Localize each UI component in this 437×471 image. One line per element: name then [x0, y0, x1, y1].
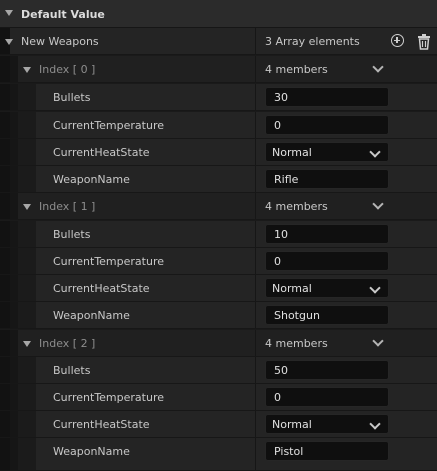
chevron-down-icon[interactable] [372, 61, 384, 73]
array-row-new-weapons: New Weapons 3 Array elements [0, 28, 437, 55]
field-row-current-heat-state: CurrentHeatState Normal [0, 411, 437, 438]
chevron-down-icon [369, 418, 381, 430]
field-row-current-temperature: CurrentTemperature 0 [0, 248, 437, 275]
expand-arrow-icon[interactable] [23, 204, 31, 210]
chevron-down-icon[interactable] [372, 335, 384, 347]
weapon-name-input[interactable]: Shotgun [265, 305, 389, 325]
field-row-current-temperature: CurrentTemperature 0 [0, 384, 437, 411]
field-label: CurrentTemperature [53, 119, 164, 132]
index-label: Index [ 1 ] [39, 200, 96, 213]
chevron-down-icon[interactable] [372, 198, 384, 210]
field-row-weapon-name: WeaponName Shotgun [0, 302, 437, 329]
field-label: Bullets [53, 228, 91, 241]
chevron-down-icon [369, 282, 381, 294]
heat-state-dropdown[interactable]: Normal [265, 278, 389, 298]
field-row-current-heat-state: CurrentHeatState Normal [0, 139, 437, 166]
trash-icon[interactable] [417, 34, 431, 50]
field-label: CurrentTemperature [53, 255, 164, 268]
bullets-input[interactable]: 30 [265, 87, 389, 107]
weapon-name-input[interactable]: Rifle [265, 169, 389, 189]
field-row-weapon-name: WeaponName Rifle [0, 166, 437, 193]
field-label: CurrentHeatState [53, 282, 150, 295]
index-label: Index [ 0 ] [39, 63, 96, 76]
temperature-input[interactable]: 0 [265, 387, 389, 407]
array-element-2[interactable]: Index [ 2 ] 4 members [0, 330, 437, 357]
dropdown-value: Normal [272, 282, 312, 295]
field-row-current-temperature: CurrentTemperature 0 [0, 112, 437, 139]
members-count: 4 members [265, 337, 328, 350]
field-row-bullets: Bullets 10 [0, 221, 437, 248]
chevron-down-icon [369, 146, 381, 158]
expand-arrow-icon[interactable] [23, 341, 31, 347]
field-label: Bullets [53, 364, 91, 377]
field-row-weapon-name: WeaponName Pistol [0, 438, 437, 471]
array-name: New Weapons [21, 35, 99, 48]
heat-state-dropdown[interactable]: Normal [265, 414, 389, 434]
array-element-1[interactable]: Index [ 1 ] 4 members [0, 193, 437, 220]
bullets-input[interactable]: 10 [265, 224, 389, 244]
expand-arrow-icon[interactable] [23, 67, 31, 73]
field-row-bullets: Bullets 50 [0, 357, 437, 384]
field-row-current-heat-state: CurrentHeatState Normal [0, 275, 437, 302]
expand-arrow-icon[interactable] [5, 39, 13, 45]
collapse-arrow-icon[interactable] [5, 10, 13, 16]
field-label: WeaponName [53, 445, 130, 458]
field-label: Bullets [53, 91, 91, 104]
array-element-0[interactable]: Index [ 0 ] 4 members [0, 56, 437, 83]
field-label: WeaponName [53, 309, 130, 322]
dropdown-value: Normal [272, 146, 312, 159]
field-label: CurrentHeatState [53, 146, 150, 159]
index-label: Index [ 2 ] [39, 337, 96, 350]
add-element-icon[interactable] [391, 34, 404, 47]
temperature-input[interactable]: 0 [265, 115, 389, 135]
array-summary: 3 Array elements [265, 35, 360, 48]
dropdown-value: Normal [272, 418, 312, 431]
bullets-input[interactable]: 50 [265, 360, 389, 380]
members-count: 4 members [265, 63, 328, 76]
temperature-input[interactable]: 0 [265, 251, 389, 271]
weapon-name-input[interactable]: Pistol [265, 441, 389, 461]
default-value-header[interactable]: Default Value [0, 0, 437, 28]
field-label: WeaponName [53, 173, 130, 186]
field-row-bullets: Bullets 30 [0, 84, 437, 111]
field-label: CurrentTemperature [53, 391, 164, 404]
heat-state-dropdown[interactable]: Normal [265, 142, 389, 162]
section-title: Default Value [21, 8, 105, 21]
field-label: CurrentHeatState [53, 418, 150, 431]
members-count: 4 members [265, 200, 328, 213]
